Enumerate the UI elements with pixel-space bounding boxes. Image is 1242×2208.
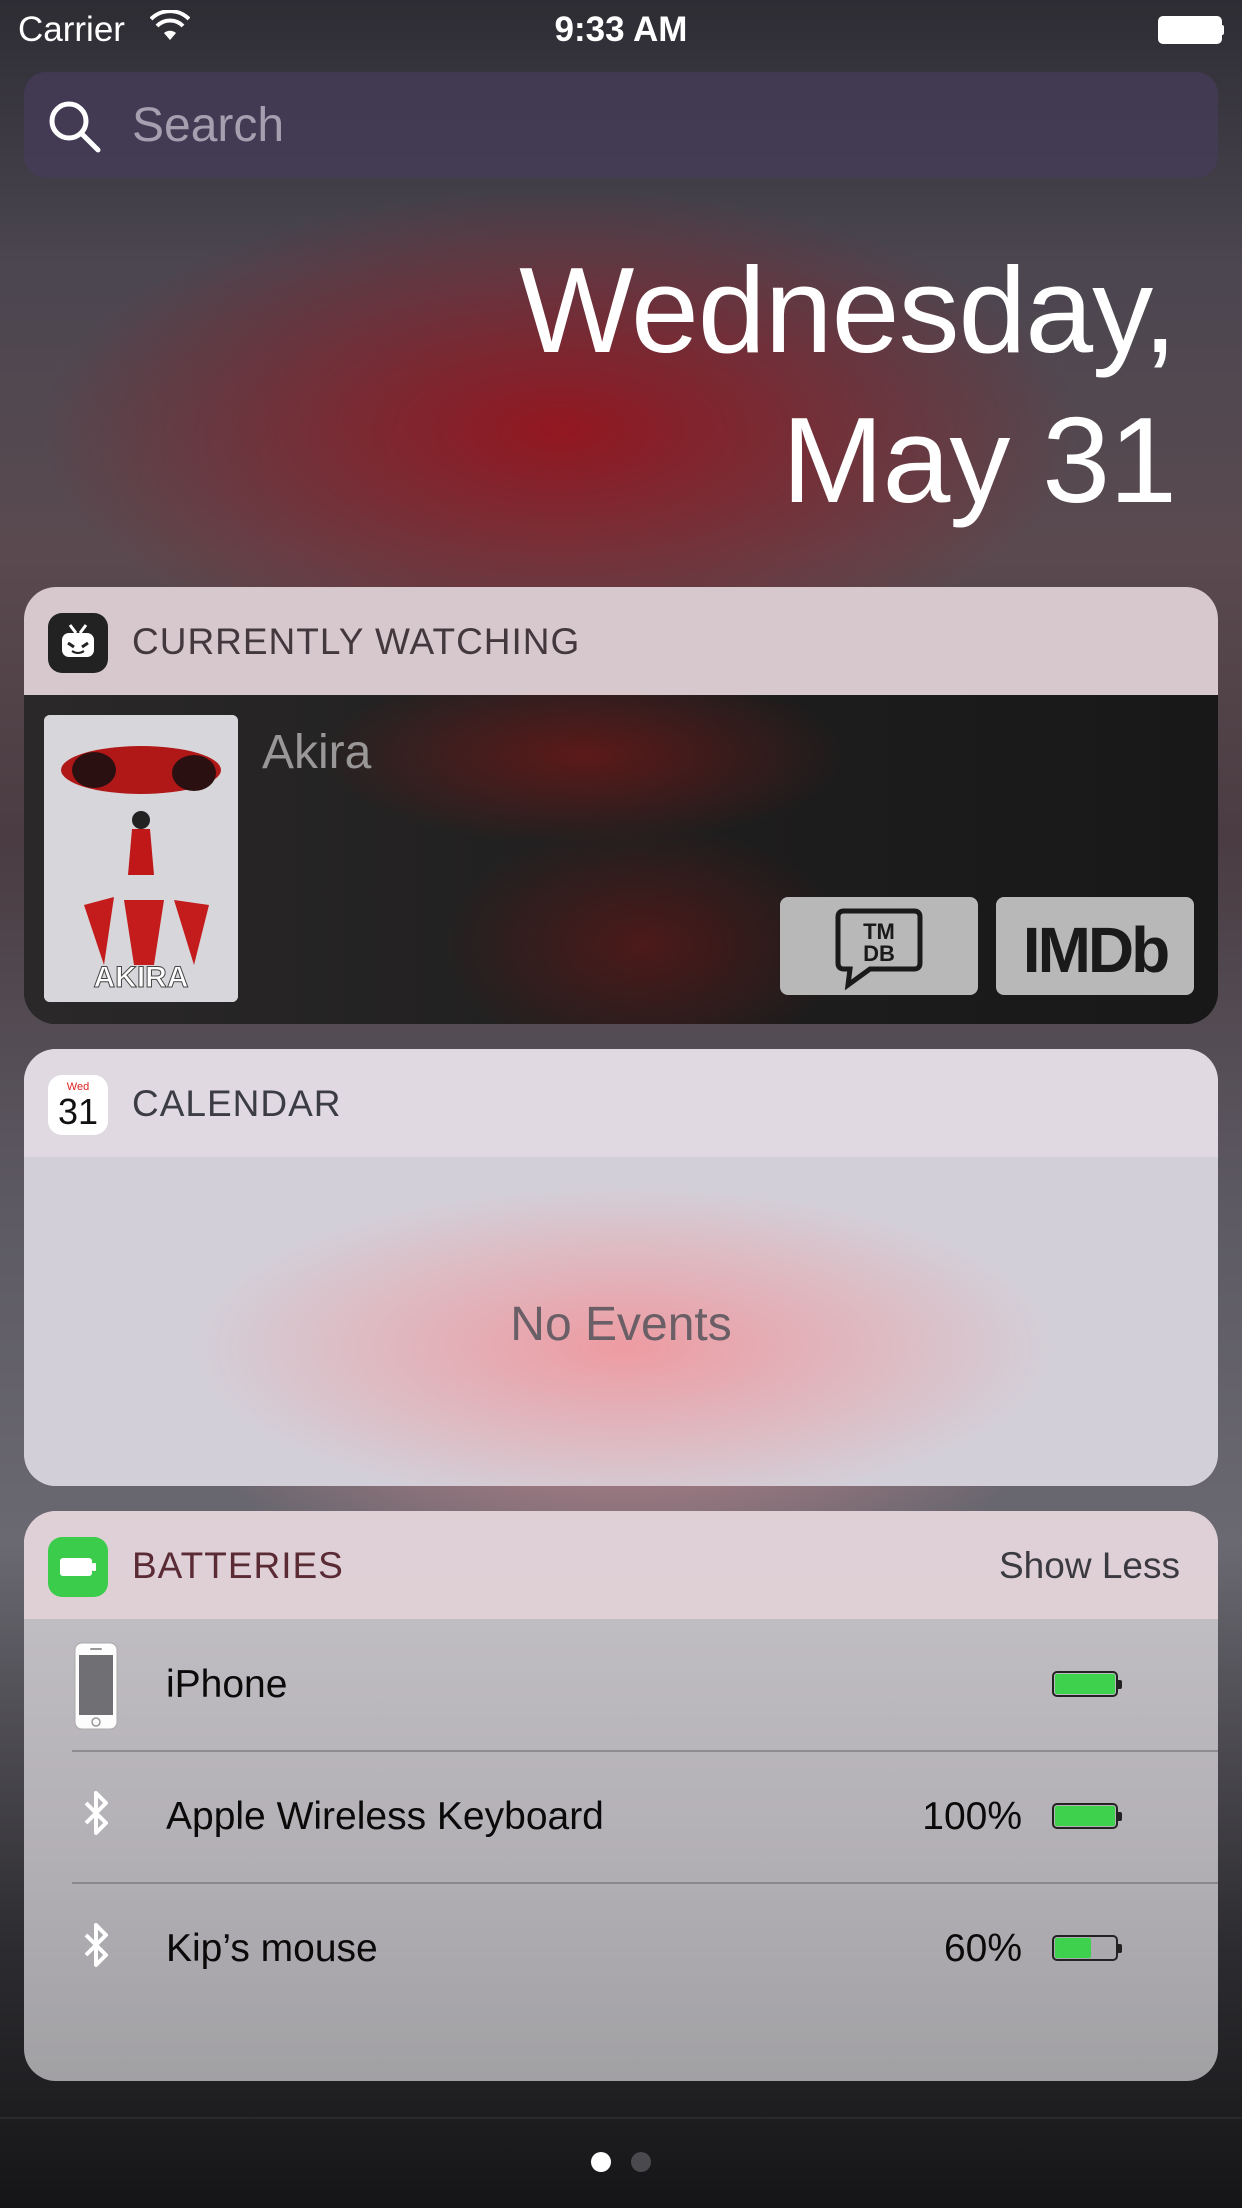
widget-header[interactable]: CURRENTLY WATCHING [24, 587, 1218, 695]
bluetooth-icon [84, 1923, 108, 1967]
now-watching-item[interactable]: AKIRA Akira TM DB IMDb [24, 695, 1218, 1024]
movie-poster[interactable]: AKIRA [44, 715, 238, 1002]
battery-level-icon [1052, 1671, 1122, 1699]
date-weekday: Wednesday, [519, 242, 1177, 378]
movie-title: Akira [262, 726, 372, 779]
widget-title: BATTERIES [132, 1545, 344, 1586]
page-dot-active[interactable] [590, 2152, 611, 2172]
search-placeholder: Search [132, 99, 285, 152]
tmdb-label-bottom: DB [863, 941, 895, 966]
search-icon [49, 101, 101, 153]
batteries-widget: BATTERIES Show Less iPhone Apple Wireles… [24, 1511, 1218, 2081]
widget-header[interactable]: Wed 31 CALENDAR [24, 1049, 1218, 1157]
battery-percent: 60% [943, 1927, 1022, 1970]
tv-app-icon [48, 613, 108, 673]
battery-row-mouse: Kip’s mouse 60% [24, 1883, 1218, 2015]
tmdb-logo-icon: TM DB [835, 908, 923, 991]
battery-level-icon [1052, 1935, 1122, 1963]
status-bar: Carrier 9:33 AM [0, 0, 1242, 60]
calendar-events-area[interactable]: No Events [24, 1157, 1218, 1486]
battery-level-icon [1052, 1803, 1122, 1831]
page-dot[interactable] [631, 2152, 652, 2172]
search-field[interactable]: Search [24, 72, 1218, 178]
show-less-button[interactable]: Show Less [999, 1545, 1180, 1587]
battery-row-keyboard: Apple Wireless Keyboard 100% [24, 1751, 1218, 1883]
batteries-app-icon [48, 1537, 108, 1597]
calendar-icon-day: 31 [57, 1091, 99, 1132]
calendar-app-icon: Wed 31 [48, 1075, 108, 1135]
date-month-day: May 31 [781, 392, 1177, 528]
currently-watching-widget: CURRENTLY WATCHING AKIRA Akira TM DB IMD… [24, 587, 1218, 1024]
poster-title: AKIRA [94, 961, 189, 994]
widget-title: CALENDAR [132, 1083, 342, 1124]
battery-row-iphone: iPhone [24, 1619, 1218, 1751]
device-name: Apple Wireless Keyboard [166, 1795, 604, 1838]
page-indicator[interactable] [0, 2152, 1242, 2176]
imdb-button[interactable]: IMDb [996, 897, 1194, 995]
no-events-label: No Events [510, 1298, 732, 1351]
imdb-logo-label: IMDb [1022, 914, 1170, 986]
device-name: iPhone [166, 1663, 288, 1706]
iphone-icon [74, 1642, 118, 1730]
date-heading: Wednesday, May 31 [519, 235, 1177, 535]
status-battery-icon [1158, 16, 1224, 44]
bluetooth-icon [84, 1791, 108, 1835]
calendar-widget: Wed 31 CALENDAR No Events [24, 1049, 1218, 1486]
battery-percent: 100% [922, 1795, 1022, 1838]
status-time: 9:33 AM [554, 10, 688, 49]
widget-header: BATTERIES Show Less [24, 1511, 1218, 1619]
device-name: Kip’s mouse [166, 1927, 378, 1970]
tmdb-button[interactable]: TM DB [780, 897, 978, 995]
dock-divider [0, 2117, 1242, 2119]
widget-title: CURRENTLY WATCHING [132, 621, 581, 662]
